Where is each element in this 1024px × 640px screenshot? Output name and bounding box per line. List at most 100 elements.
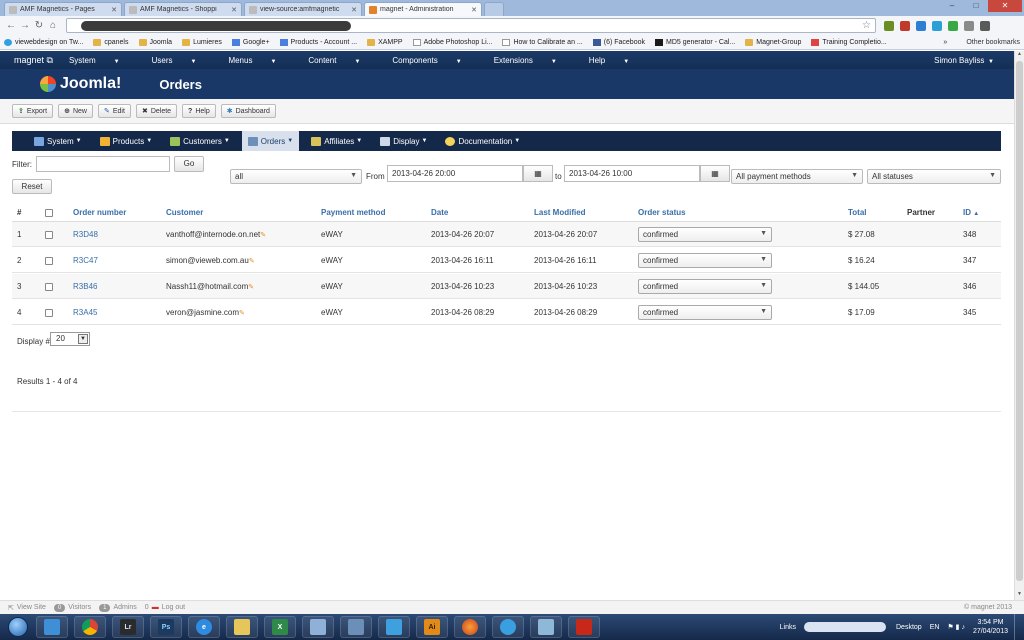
nav-display[interactable]: Display ▼	[374, 131, 433, 151]
order-status-select[interactable]: confirmed ▼	[638, 279, 772, 294]
close-tab-icon[interactable]: ✕	[111, 6, 117, 14]
taskbar-folder[interactable]	[226, 616, 258, 638]
col-last-modified[interactable]: Last Modified	[534, 208, 586, 217]
bookmark-item[interactable]: Adobe Photoshop Li...	[412, 38, 492, 46]
browser-tab[interactable]: AMF Magnetics - Pages ✕	[4, 2, 122, 16]
order-status-select[interactable]: confirmed ▼	[638, 305, 772, 320]
scrollbar-thumb[interactable]	[1016, 61, 1023, 581]
clock[interactable]: 3:54 PM 27/04/2013	[973, 618, 1008, 636]
order-number-link[interactable]: R3C47	[73, 256, 98, 265]
extension-icon[interactable]	[948, 20, 958, 31]
nav-affiliates[interactable]: Affiliates ▼	[305, 131, 368, 151]
bookmark-folder[interactable]: Magnet-Group	[745, 38, 801, 46]
bookmark-item[interactable]: Google+	[231, 38, 270, 46]
pencil-icon[interactable]: ✎	[260, 232, 266, 239]
row-checkbox[interactable]	[45, 231, 53, 239]
taskbar-excel[interactable]: X	[264, 616, 296, 638]
col-customer[interactable]: Customer	[166, 208, 203, 217]
extension-icon[interactable]	[932, 20, 942, 31]
desktop-toolbar[interactable]: Desktop	[896, 624, 922, 631]
to-date-input[interactable]: 2013-04-26 10:00	[564, 165, 700, 182]
reload-icon[interactable]: ↻	[32, 20, 46, 31]
order-number-link[interactable]: R3B46	[73, 282, 97, 291]
reset-button[interactable]: Reset	[12, 179, 52, 194]
taskbar-illustrator[interactable]: Ai	[416, 616, 448, 638]
row-checkbox[interactable]	[45, 283, 53, 291]
payment-method-select[interactable]: All payment methods ▼	[731, 169, 863, 184]
close-tab-icon[interactable]: ✕	[471, 6, 477, 14]
start-button[interactable]	[0, 614, 36, 640]
order-status-select[interactable]: confirmed ▼	[638, 253, 772, 268]
col-payment-method[interactable]: Payment method	[321, 208, 385, 217]
language-indicator[interactable]: EN	[930, 624, 940, 631]
row-checkbox[interactable]	[45, 309, 53, 317]
menu-components[interactable]: Components ▼	[392, 56, 477, 65]
bookmark-item[interactable]: How to Calibrate an ...	[502, 38, 583, 46]
more-bookmarks-chevron[interactable]: »	[943, 39, 947, 46]
bookmark-folder[interactable]: XAMPP	[367, 38, 403, 46]
row-checkbox[interactable]	[45, 257, 53, 265]
menu-extensions[interactable]: Extensions ▼	[494, 56, 573, 65]
bookmark-folder[interactable]: Lumieres	[182, 38, 222, 46]
bookmark-folder[interactable]: Joomla	[138, 38, 172, 46]
taskbar-lightroom[interactable]: Lr	[112, 616, 144, 638]
links-toolbar[interactable]: Links	[780, 624, 796, 631]
period-select[interactable]: all ▼	[230, 169, 362, 184]
nav-customers[interactable]: Customers ▼	[164, 131, 236, 151]
page-scrollbar[interactable]: ▲ ▼	[1014, 51, 1024, 600]
new-tab-button[interactable]	[484, 2, 504, 16]
taskbar-twitter[interactable]	[378, 616, 410, 638]
taskbar-photoshop[interactable]: Ps	[150, 616, 182, 638]
forward-icon[interactable]: →	[18, 20, 32, 31]
menu-help[interactable]: Help ▼	[589, 56, 645, 65]
scroll-up-icon[interactable]: ▲	[1015, 51, 1024, 60]
menu-content[interactable]: Content ▼	[308, 56, 376, 65]
order-number-link[interactable]: R3D48	[73, 230, 98, 239]
order-number-link[interactable]: R3A45	[73, 308, 97, 317]
bookmark-item[interactable]: Products - Account ...	[279, 38, 357, 46]
nav-system[interactable]: System ▼	[28, 131, 88, 151]
taskbar-skype[interactable]	[492, 616, 524, 638]
taskbar-chrome[interactable]	[74, 616, 106, 638]
browser-tab-active[interactable]: magnet - Administration ✕	[364, 2, 482, 16]
taskbar-notepad[interactable]	[302, 616, 334, 638]
taskbar-ie[interactable]: e	[188, 616, 220, 638]
menu-users[interactable]: Users ▼	[152, 56, 213, 65]
close-window-icon[interactable]: ✕	[988, 0, 1022, 12]
bookmark-item[interactable]: Training Completio...	[811, 38, 887, 46]
from-date-input[interactable]: 2013-04-26 20:00	[387, 165, 523, 182]
home-icon[interactable]: ⌂	[46, 20, 60, 31]
new-button[interactable]: ⊕ New	[58, 104, 93, 118]
back-icon[interactable]: ←	[4, 20, 18, 31]
other-bookmarks[interactable]: » Other bookmarks	[939, 38, 1020, 46]
extension-icon[interactable]	[900, 20, 910, 31]
display-count-select[interactable]: 20 ▼	[50, 332, 90, 346]
col-order-number[interactable]: Order number	[73, 208, 126, 217]
extension-icon[interactable]	[964, 20, 974, 31]
dashboard-button[interactable]: ✱ Dashboard	[220, 104, 276, 118]
col-order-status[interactable]: Order status	[638, 208, 686, 217]
export-button[interactable]: ⇪ Export	[12, 104, 54, 118]
delete-button[interactable]: ✖ Delete	[135, 104, 178, 118]
logout-link[interactable]: 0 ▬ Log out	[145, 604, 185, 611]
to-calendar-button[interactable]: ▦	[700, 165, 730, 182]
taskbar-firefox[interactable]	[454, 616, 486, 638]
bookmark-item[interactable]: viewebdesign on Tw...	[4, 38, 83, 46]
go-button[interactable]: Go	[174, 156, 204, 172]
close-tab-icon[interactable]: ✕	[231, 6, 237, 14]
minimize-icon[interactable]: –	[940, 0, 964, 12]
taskbar-explorer[interactable]	[36, 616, 68, 638]
browser-tab[interactable]: AMF Magnetics - Shoppi ✕	[124, 2, 242, 16]
maximize-icon[interactable]: □	[964, 0, 988, 12]
taskbar-acrobat[interactable]	[568, 616, 600, 638]
show-desktop-button[interactable]	[1014, 614, 1024, 640]
site-link[interactable]: magnet ⧉	[14, 55, 53, 66]
bookmark-item[interactable]: MD5 generator - Cal...	[655, 38, 735, 46]
col-date[interactable]: Date	[431, 208, 448, 217]
help-button[interactable]: ? Help	[182, 104, 216, 118]
select-all-checkbox[interactable]	[45, 209, 53, 217]
col-id[interactable]: ID ▲	[963, 208, 979, 217]
order-status-select[interactable]: confirmed ▼	[638, 227, 772, 242]
close-tab-icon[interactable]: ✕	[351, 6, 357, 14]
from-calendar-button[interactable]: ▦	[523, 165, 553, 182]
